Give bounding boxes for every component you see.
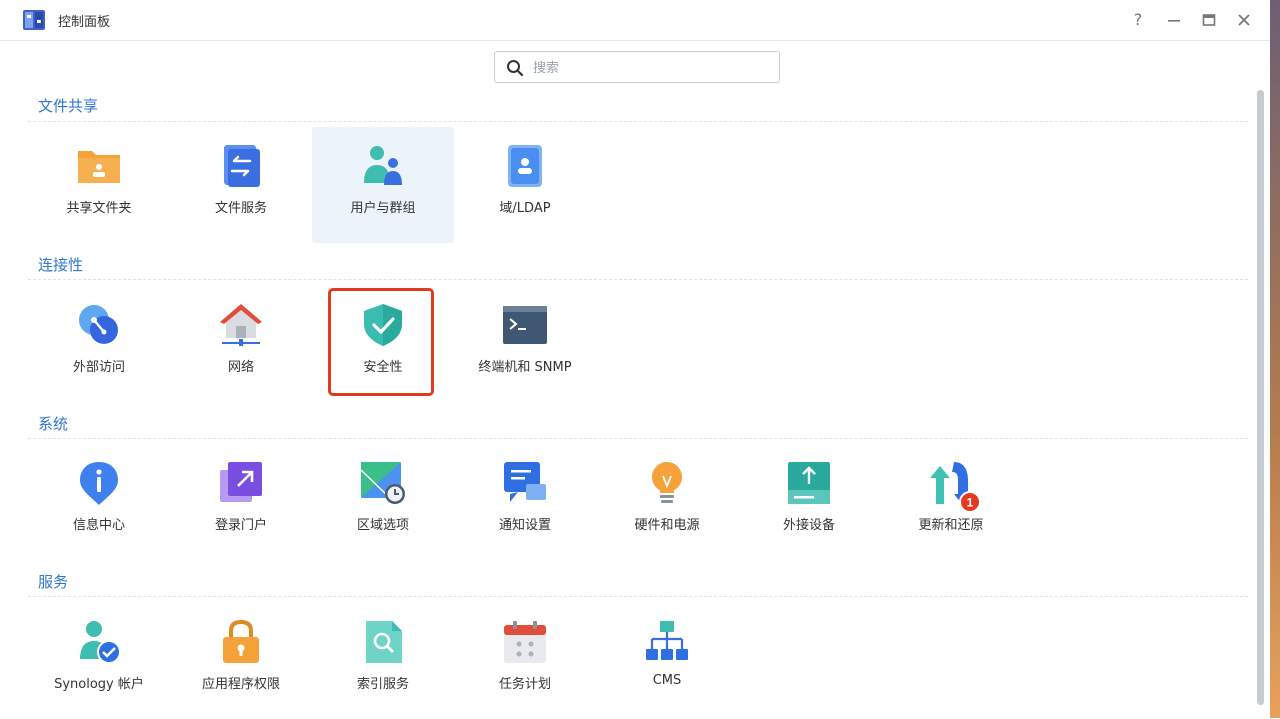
tile-label: 文件服务 (214, 201, 267, 216)
title-bar[interactable]: 控制面板 ? (0, 0, 1280, 41)
file-services-icon (224, 145, 260, 187)
tile-info-center[interactable]: 信息中心 (28, 444, 170, 560)
search-box[interactable] (494, 51, 780, 83)
tile-shared-folder[interactable]: 共享文件夹 (28, 127, 170, 243)
tile-terminal-snmp[interactable]: 终端机和 SNMP (454, 286, 596, 402)
tile-label: 网络 (227, 360, 254, 375)
search-input[interactable] (531, 56, 775, 80)
cms-tree-icon (646, 621, 688, 660)
section-title-services: 服务 (38, 573, 69, 591)
section-title-connectivity: 连接性 (38, 256, 84, 274)
tile-label: 通知设置 (498, 518, 551, 533)
update-badge: 1 (959, 491, 981, 513)
tile-label: CMS (652, 673, 682, 688)
tile-network[interactable]: 网络 (170, 286, 312, 402)
notification-icon (504, 462, 546, 502)
maximize-icon (1202, 14, 1216, 26)
update-badge-count: 1 (967, 496, 974, 510)
maximize-button[interactable] (1197, 8, 1221, 32)
help-button[interactable]: ? (1126, 8, 1150, 32)
tile-label: 区域选项 (356, 518, 409, 533)
domain-ldap-icon (508, 145, 542, 187)
tile-label: 域/LDAP (499, 201, 551, 216)
tile-label: 应用程序权限 (201, 677, 280, 692)
tile-label: 登录门户 (214, 518, 267, 533)
tile-label: 用户与群组 (350, 201, 416, 216)
window-title: 控制面板 (58, 15, 111, 30)
section-title-file-sharing: 文件共享 (38, 97, 99, 115)
external-device-icon (788, 462, 830, 504)
regional-options-icon (360, 462, 405, 504)
tile-external-devices[interactable]: 外接设备 (738, 444, 880, 560)
tile-label: 硬件和电源 (634, 518, 700, 533)
section-divider (28, 596, 1248, 597)
section-divider (28, 121, 1248, 122)
tile-cms[interactable]: CMS (596, 603, 738, 719)
tile-domain-ldap[interactable]: 域/LDAP (454, 127, 596, 243)
tile-notification[interactable]: 通知设置 (454, 444, 596, 560)
help-icon: ? (1133, 10, 1143, 29)
tile-label: 索引服务 (356, 677, 409, 692)
tile-label: 信息中心 (72, 518, 125, 533)
tile-user-and-group[interactable]: 用户与群组 (312, 127, 454, 243)
terminal-icon (503, 306, 547, 344)
close-button[interactable] (1232, 8, 1256, 32)
close-icon (1238, 14, 1250, 26)
tile-indexing-service[interactable]: 索引服务 (312, 603, 454, 719)
minimize-icon (1168, 20, 1180, 22)
tile-synology-account[interactable]: Synology 帐户 (28, 603, 170, 719)
lock-icon (223, 619, 259, 663)
indexing-search-icon (366, 621, 402, 663)
tile-label: 更新和还原 (918, 518, 984, 533)
tile-label: 任务计划 (498, 677, 551, 692)
tile-label: 共享文件夹 (66, 201, 132, 216)
network-home-icon (220, 304, 262, 346)
section-divider (28, 279, 1248, 280)
lightbulb-icon (652, 462, 682, 503)
tile-security[interactable]: 安全性 (312, 286, 454, 402)
tile-label: 外部访问 (72, 360, 125, 375)
tile-task-scheduler[interactable]: 任务计划 (454, 603, 596, 719)
user-group-icon (364, 146, 402, 185)
info-center-icon (80, 462, 118, 505)
tile-file-services[interactable]: 文件服务 (170, 127, 312, 243)
shared-folder-icon (78, 151, 120, 183)
scrollbar-thumb[interactable] (1257, 90, 1264, 705)
external-access-icon (79, 305, 118, 344)
tile-label: 外接设备 (782, 518, 835, 533)
search-icon (507, 60, 524, 77)
control-panel-app-icon (23, 10, 45, 30)
tile-hardware-power[interactable]: 硬件和电源 (596, 444, 738, 560)
minimize-button[interactable] (1162, 8, 1186, 32)
desktop-background-edge (1270, 0, 1280, 718)
control-panel-window: 控制面板 ? 文件共享 共享文件夹 (0, 0, 1280, 718)
tile-label: 安全性 (363, 360, 403, 375)
tile-update-restore[interactable]: 1 更新和还原 (880, 444, 1022, 560)
calendar-icon (504, 621, 546, 663)
section-divider (28, 438, 1248, 439)
synology-account-icon (80, 621, 121, 664)
tile-label: 终端机和 SNMP (478, 360, 572, 375)
security-shield-icon (364, 304, 402, 346)
tile-application-privileges[interactable]: 应用程序权限 (170, 603, 312, 719)
tile-login-portal[interactable]: 登录门户 (170, 444, 312, 560)
tile-external-access[interactable]: 外部访问 (28, 286, 170, 402)
tile-label: Synology 帐户 (54, 677, 144, 692)
section-title-system: 系统 (38, 415, 69, 433)
tile-regional-options[interactable]: 区域选项 (312, 444, 454, 560)
login-portal-icon (220, 462, 262, 502)
